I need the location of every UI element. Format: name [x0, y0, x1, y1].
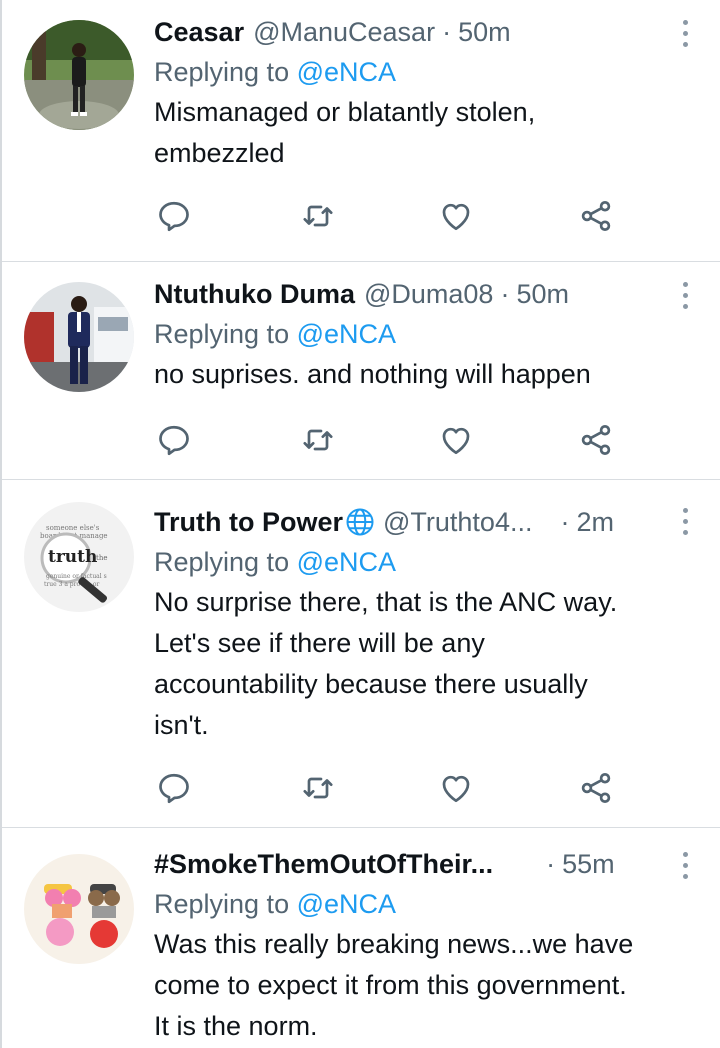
tweet[interactable]: Ntuthuko Duma @Duma08 · 50m Replying to … [2, 262, 720, 480]
avatar-illustration-smoke [24, 854, 134, 964]
replying-to: Replying to @eNCA [154, 544, 674, 580]
like-icon[interactable] [438, 198, 474, 234]
share-icon[interactable] [578, 770, 614, 806]
more-icon[interactable] [680, 850, 690, 882]
replying-prefix: Replying to [154, 889, 297, 919]
timestamp[interactable]: 50m [458, 14, 511, 50]
more-icon[interactable] [680, 506, 690, 538]
mention-link[interactable]: @eNCA [297, 889, 396, 919]
reply-icon[interactable] [156, 770, 192, 806]
separator: · [500, 279, 510, 309]
user-handle[interactable]: @Duma08 [364, 276, 493, 312]
replying-to: Replying to @eNCA [154, 886, 674, 922]
tweet-actions [154, 422, 624, 462]
avatar[interactable] [24, 282, 134, 392]
more-icon[interactable] [680, 18, 690, 50]
separator: · [560, 507, 570, 537]
tweet[interactable]: someone else's board that manage truth t… [2, 480, 720, 828]
tweet-text-line: no suprises. and nothing will happen [154, 359, 591, 389]
tweet-text-line: Mismanaged or blatantly stolen, [154, 97, 536, 127]
tweet-text-line: It is the norm. [154, 1011, 318, 1041]
display-name[interactable]: Ntuthuko Duma [154, 276, 355, 312]
more-icon[interactable] [680, 280, 690, 312]
tweet-header: Truth to Power @Truthto4... · 2m [154, 504, 674, 540]
timestamp[interactable]: 2m [576, 504, 614, 540]
retweet-icon[interactable] [300, 422, 336, 458]
globe-icon [346, 508, 374, 536]
tweet-text-line: come to expect it from this government. [154, 970, 627, 1000]
tweet-text-line: embezzled [154, 138, 285, 168]
tweet-text: Was this really breaking news...we have … [154, 924, 674, 1047]
retweet-icon[interactable] [300, 198, 336, 234]
tweet-text-line: accountability because there usually [154, 669, 588, 699]
reply-icon[interactable] [156, 198, 192, 234]
tweet-text: no suprises. and nothing will happen [154, 354, 674, 395]
tweet-actions [154, 198, 624, 238]
display-name[interactable]: Truth to Power [154, 504, 343, 540]
mention-link[interactable]: @eNCA [297, 547, 396, 577]
display-name[interactable]: #SmokeThemOutOfTheir... [154, 846, 493, 882]
tweet-header: Ntuthuko Duma @Duma08 · 50m [154, 276, 674, 312]
retweet-icon[interactable] [300, 770, 336, 806]
avatar[interactable] [24, 854, 134, 964]
replying-prefix: Replying to [154, 57, 297, 87]
timestamp[interactable]: 55m [562, 846, 615, 882]
share-icon[interactable] [578, 422, 614, 458]
avatar-text: genuine or factual s [46, 573, 107, 580]
like-icon[interactable] [438, 422, 474, 458]
user-handle[interactable]: @Truthto4... [383, 504, 532, 540]
avatar-photo-ceasar [24, 20, 134, 130]
tweet-text-line: Let's see if there will be any [154, 628, 485, 658]
tweet-header: Ceasar @ManuCeasar · 50m [154, 14, 674, 50]
avatar-text: someone else's [46, 524, 100, 532]
tweet-text-line: Was this really breaking news...we have [154, 929, 634, 959]
mention-link[interactable]: @eNCA [297, 319, 396, 349]
share-icon[interactable] [578, 198, 614, 234]
tweet-text: No surprise there, that is the ANC way. … [154, 582, 674, 746]
display-name[interactable]: Ceasar [154, 14, 244, 50]
tweet[interactable]: #SmokeThemOutOfTheir... · 55m Replying t… [2, 828, 720, 1048]
tweet-header: #SmokeThemOutOfTheir... · 55m [154, 846, 674, 882]
avatar[interactable]: someone else's board that manage truth t… [24, 502, 134, 612]
tweet[interactable]: Ceasar @ManuCeasar · 50m Replying to @eN… [2, 0, 720, 262]
separator: · [442, 17, 452, 47]
separator: · [546, 849, 556, 879]
avatar-photo-duma [24, 282, 134, 392]
tweet-feed: Ceasar @ManuCeasar · 50m Replying to @eN… [0, 0, 720, 1048]
like-icon[interactable] [438, 770, 474, 806]
replying-prefix: Replying to [154, 547, 297, 577]
avatar-text: the [96, 554, 107, 562]
timestamp[interactable]: 50m [516, 276, 569, 312]
mention-link[interactable]: @eNCA [297, 57, 396, 87]
tweet-actions [154, 770, 624, 810]
tweet-text: Mismanaged or blatantly stolen, embezzle… [154, 92, 674, 174]
user-handle[interactable]: @ManuCeasar [253, 14, 435, 50]
avatar[interactable] [24, 20, 134, 130]
avatar-text: truth [48, 547, 97, 567]
avatar-photo-truth: someone else's board that manage truth t… [24, 502, 134, 612]
replying-to: Replying to @eNCA [154, 316, 674, 352]
replying-to: Replying to @eNCA [154, 54, 674, 90]
reply-icon[interactable] [156, 422, 192, 458]
tweet-text-line: isn't. [154, 710, 209, 740]
replying-prefix: Replying to [154, 319, 297, 349]
tweet-text-line: No surprise there, that is the ANC way. [154, 587, 618, 617]
